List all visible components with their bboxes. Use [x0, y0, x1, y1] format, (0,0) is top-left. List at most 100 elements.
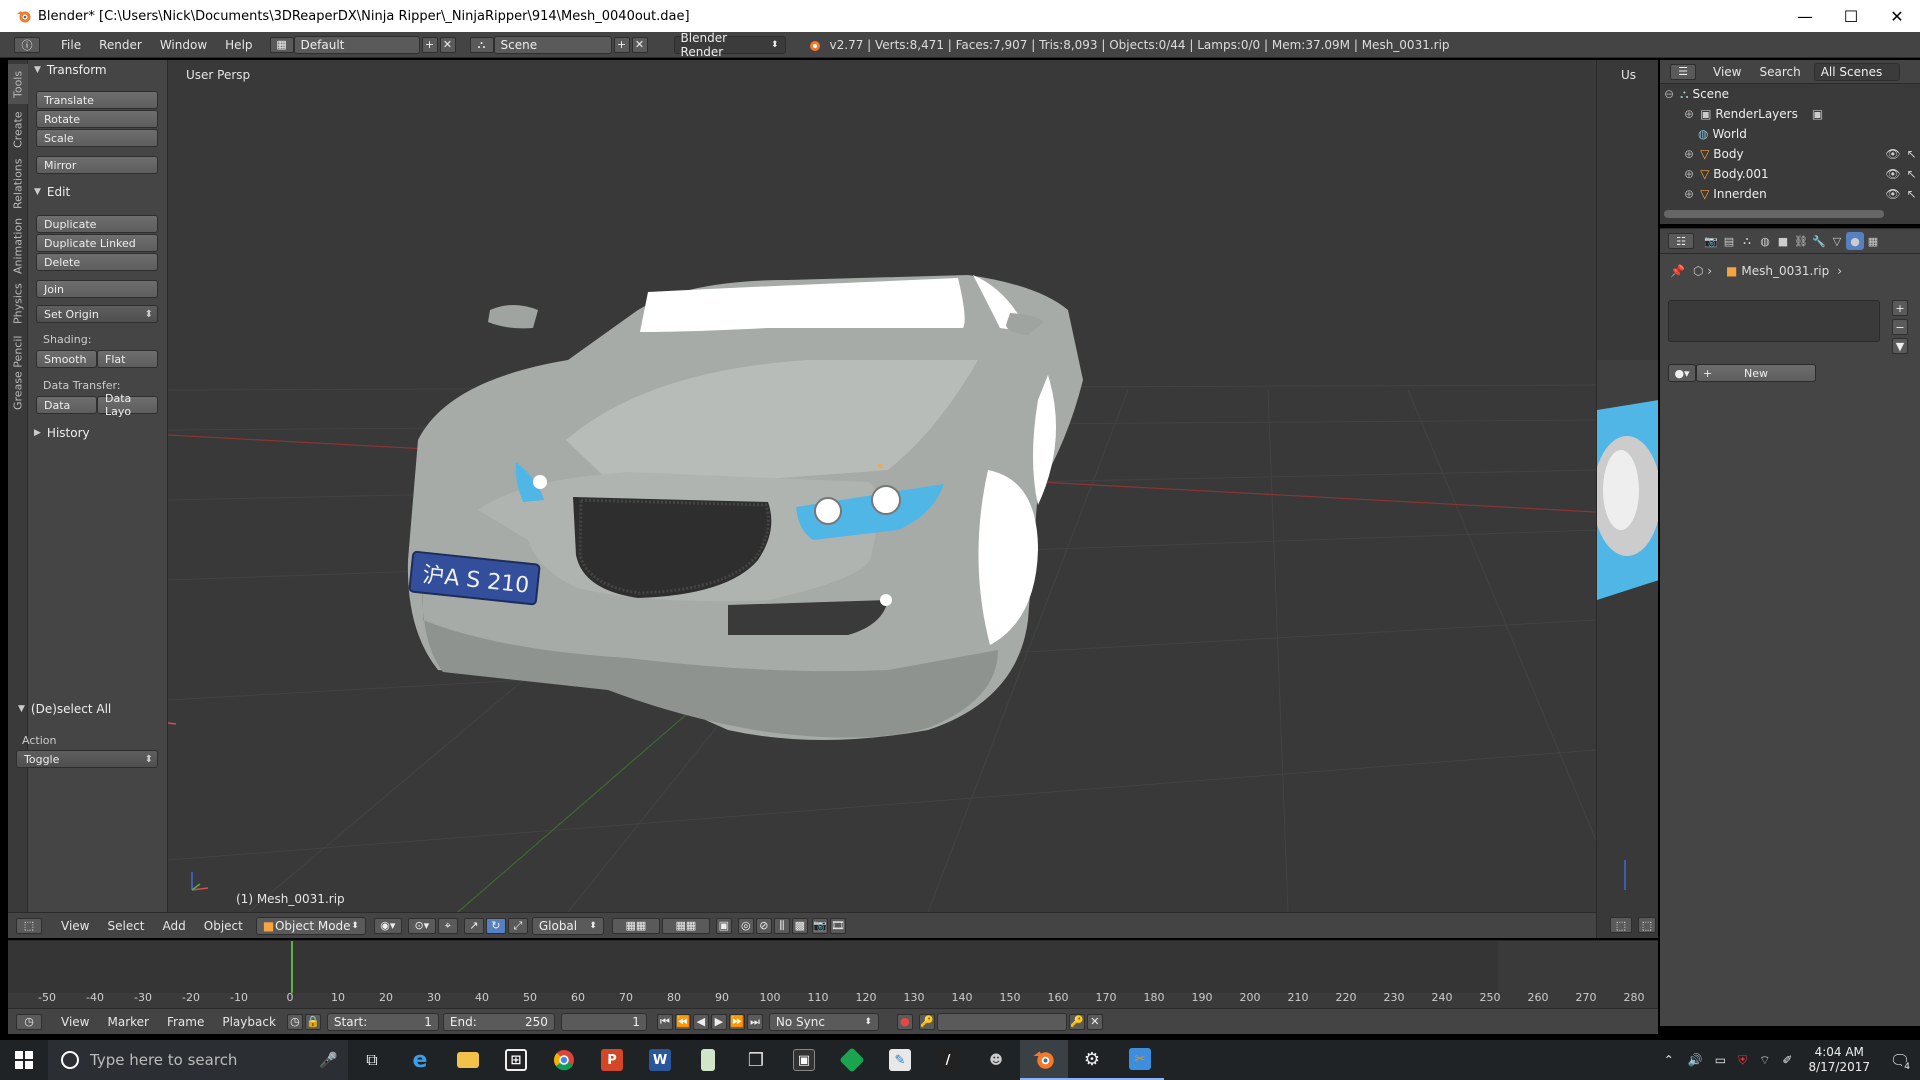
flat-button[interactable]: Flat: [97, 350, 158, 368]
viewport-shading-icon[interactable]: ◉▾: [373, 917, 402, 934]
start-frame-field[interactable]: Start: 1: [326, 1012, 439, 1031]
sync-mode-select[interactable]: No Sync ⬍: [768, 1012, 879, 1031]
layers-grid-1-icon[interactable]: ▦▦: [611, 917, 660, 934]
add-menu[interactable]: Add: [154, 919, 195, 933]
maximize-button[interactable]: ☐: [1828, 0, 1874, 32]
transform-orientation-select[interactable]: Global ⬍: [531, 916, 604, 935]
material-tab-icon[interactable]: ●: [1846, 232, 1864, 250]
outliner-search-menu[interactable]: Search: [1750, 65, 1809, 79]
start-button[interactable]: [0, 1040, 48, 1080]
powerpoint-app[interactable]: P: [588, 1040, 636, 1080]
remove-scene-icon[interactable]: ✕: [631, 36, 648, 53]
secondary-viewport[interactable]: Us: [1596, 60, 1658, 938]
proportional-edit-icon[interactable]: ⫼: [773, 917, 790, 934]
secondary-view-menu-icon[interactable]: ⬚: [1638, 917, 1656, 933]
duplicate-linked-button[interactable]: Duplicate Linked: [36, 234, 158, 252]
secondary-view-editor-icon[interactable]: ⬚: [1610, 917, 1632, 933]
tab-animation[interactable]: Animation: [8, 216, 28, 276]
security-shield-icon[interactable]: ⛨: [1738, 1053, 1747, 1068]
rotate-button[interactable]: Rotate: [36, 110, 158, 128]
tab-relations[interactable]: Relations: [8, 156, 28, 212]
select-menu[interactable]: Select: [98, 919, 153, 933]
scale-manipulator-icon[interactable]: ⤢: [507, 917, 528, 934]
edit-panel-header[interactable]: ▼ Edit: [34, 185, 70, 199]
select-arrow-icon[interactable]: ↖: [1907, 187, 1917, 201]
editor-type-info-icon[interactable]: ⓘ: [14, 36, 40, 53]
select-arrow-icon[interactable]: ↖: [1907, 167, 1917, 181]
pivot-point-icon[interactable]: ⊙▾: [407, 917, 436, 934]
notepad-app[interactable]: [684, 1040, 732, 1080]
camera-tray-icon[interactable]: ▭: [1715, 1053, 1726, 1067]
outliner-item-renderlayers[interactable]: ⊕ ▣ RenderLayers ▣: [1684, 104, 1920, 124]
view-menu[interactable]: View: [52, 919, 98, 933]
scene-field[interactable]: Scene: [493, 35, 612, 54]
join-button[interactable]: Join: [36, 280, 158, 298]
data-tab-icon[interactable]: ▽: [1828, 232, 1846, 250]
media-app[interactable]: ▣: [780, 1040, 828, 1080]
select-arrow-icon[interactable]: ↖: [1907, 147, 1917, 161]
render-tab-icon[interactable]: 📷: [1702, 232, 1720, 250]
outliner-item-innerden[interactable]: ⊕▽Innerden👁↖▣: [1684, 184, 1920, 204]
task-view-button[interactable]: ⧉: [348, 1040, 396, 1080]
menu-help[interactable]: Help: [216, 38, 261, 52]
menu-render[interactable]: Render: [90, 38, 151, 52]
modifiers-tab-icon[interactable]: 🔧: [1810, 232, 1828, 250]
outliner-scrollbar[interactable]: [1664, 210, 1884, 218]
translate-button[interactable]: Translate: [36, 91, 158, 109]
wifi-icon[interactable]: ⌔: [1759, 1053, 1770, 1068]
deselect-all-panel-header[interactable]: ▼ (De)select All: [18, 702, 111, 716]
volume-icon[interactable]: 🔊: [1688, 1053, 1703, 1067]
pen-icon[interactable]: ✐: [1782, 1053, 1792, 1067]
slot-specials-button[interactable]: ▼: [1892, 338, 1908, 354]
outliner-item-world[interactable]: ◍ World: [1698, 124, 1920, 144]
material-browse-button[interactable]: ●▾: [1668, 364, 1696, 382]
outliner-item-body[interactable]: ⊕▽Body👁↖▣: [1684, 144, 1920, 164]
editor-type-3d-view-icon[interactable]: ⬚: [16, 917, 42, 934]
add-slot-button[interactable]: +: [1892, 300, 1908, 316]
render-engine-select[interactable]: Blender Render ⬍: [673, 31, 786, 59]
lock-range-icon[interactable]: 🔒: [304, 1013, 321, 1030]
material-slot-list[interactable]: [1668, 300, 1880, 342]
transform-panel-header[interactable]: ▼ Transform: [34, 63, 107, 77]
store-app[interactable]: ⊞: [492, 1040, 540, 1080]
playhead-line[interactable]: [291, 941, 293, 993]
auto-keying-icon[interactable]: ●: [896, 1013, 913, 1030]
menu-file[interactable]: File: [52, 38, 90, 52]
object-menu[interactable]: Object: [195, 919, 252, 933]
remove-slot-button[interactable]: −: [1892, 319, 1908, 335]
object-tab-icon[interactable]: ■: [1774, 232, 1792, 250]
blender-app[interactable]: [1020, 1040, 1068, 1080]
editor-type-outliner-icon[interactable]: ☰: [1670, 63, 1696, 80]
close-button[interactable]: ✕: [1874, 0, 1920, 32]
green-app[interactable]: [828, 1040, 876, 1080]
editor-type-timeline-icon[interactable]: ◷: [16, 1013, 42, 1030]
outliner-item-scene[interactable]: ⊖ ⛬ Scene: [1664, 84, 1914, 104]
delete-button[interactable]: Delete: [36, 253, 158, 271]
chrome-app[interactable]: [540, 1040, 588, 1080]
scale-button[interactable]: Scale: [36, 129, 158, 147]
texture-tab-icon[interactable]: ▦: [1864, 232, 1882, 250]
tray-chevron-icon[interactable]: ⌃: [1664, 1053, 1674, 1067]
pin-icon[interactable]: 📌: [1670, 264, 1685, 278]
file-explorer-app[interactable]: [444, 1040, 492, 1080]
translate-manipulator-icon[interactable]: ↗: [463, 917, 484, 934]
render-preview-icon[interactable]: 📷: [811, 917, 828, 934]
timeline-view-menu[interactable]: View: [52, 1015, 98, 1029]
outliner-filter-select[interactable]: All Scenes: [1813, 62, 1900, 81]
add-layout-icon[interactable]: +: [421, 36, 438, 53]
next-keyframe-icon[interactable]: ⏩: [728, 1013, 745, 1030]
screen-layout-field[interactable]: Default: [293, 35, 420, 54]
world-tab-icon[interactable]: ◍: [1756, 232, 1774, 250]
keying-set-icon[interactable]: 🔑: [918, 1013, 935, 1030]
timeline-playback-menu[interactable]: Playback: [213, 1015, 285, 1029]
visibility-eye-icon[interactable]: 👁: [1885, 187, 1900, 201]
outliner-item-body-001[interactable]: ⊕▽Body.001👁↖▣: [1684, 164, 1920, 184]
edge-app[interactable]: e: [396, 1040, 444, 1080]
tab-tools[interactable]: Tools: [8, 64, 28, 104]
prev-keyframe-icon[interactable]: ⏪: [674, 1013, 691, 1030]
timeline-marker-menu[interactable]: Marker: [98, 1015, 157, 1029]
rotate-manipulator-icon[interactable]: ↻: [485, 917, 506, 934]
tab-create[interactable]: Create: [8, 108, 28, 152]
current-frame-field[interactable]: 1: [560, 1012, 647, 1031]
lock-layers-icon[interactable]: ▣: [715, 917, 732, 934]
